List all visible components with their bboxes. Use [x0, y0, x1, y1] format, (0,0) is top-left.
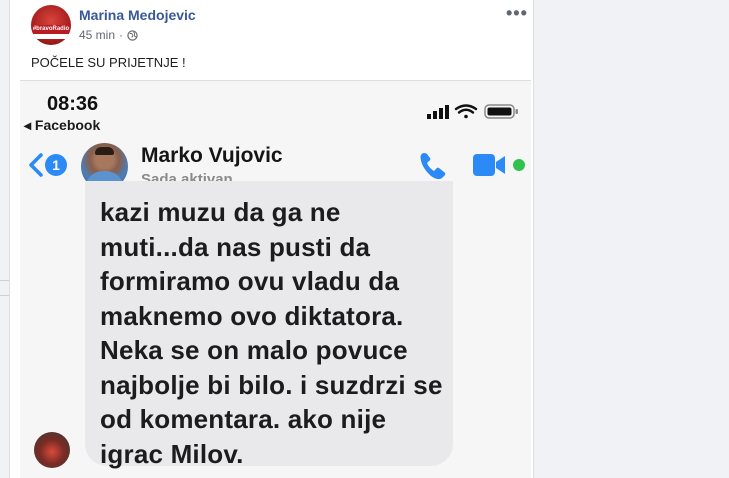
- post-author-name[interactable]: Marina Medojevic: [79, 7, 196, 23]
- globe-icon[interactable]: [127, 29, 138, 41]
- status-bar-icons: [427, 104, 518, 119]
- commenter-avatar[interactable]: [34, 432, 70, 468]
- chevron-left-icon: [29, 153, 43, 177]
- video-camera-icon: [473, 154, 505, 176]
- shared-screenshot-image[interactable]: 08:36 ◂ Facebook 1 Marko Vujovic Sada ak…: [20, 81, 531, 478]
- status-bar-time: 08:36: [47, 93, 99, 115]
- message-bubble: kazi muzu da ga ne muti...da nas pusti d…: [85, 181, 453, 469]
- contact-name: Marko Vujovic: [141, 144, 283, 167]
- post-time[interactable]: 45 min: [79, 28, 115, 42]
- post-meta: 45 min ·: [79, 28, 138, 42]
- left-page-background: [0, 0, 9, 478]
- post-text: POČELE SU PRIJETNJE !: [31, 55, 186, 70]
- message-text: kazi muzu da ga ne muti...da nas pusti d…: [100, 197, 443, 469]
- post-options-button[interactable]: •••: [506, 3, 528, 24]
- back-to-facebook-link: ◂ Facebook: [24, 117, 101, 133]
- post-author-avatar[interactable]: #bravoRadio: [31, 5, 71, 45]
- phone-icon: [420, 153, 446, 180]
- left-separator: [0, 280, 9, 281]
- avatar-logo-text: #bravoRadio: [31, 25, 71, 34]
- unread-badge: 1: [45, 154, 67, 176]
- online-indicator: [513, 159, 525, 171]
- avatar-logo-strip: [31, 34, 71, 39]
- signal-icon: [427, 105, 449, 119]
- wifi-icon: [454, 104, 478, 119]
- battery-icon: [484, 104, 518, 119]
- left-separator: [0, 295, 9, 296]
- right-page-background: [533, 0, 729, 478]
- meta-separator: ·: [119, 28, 124, 42]
